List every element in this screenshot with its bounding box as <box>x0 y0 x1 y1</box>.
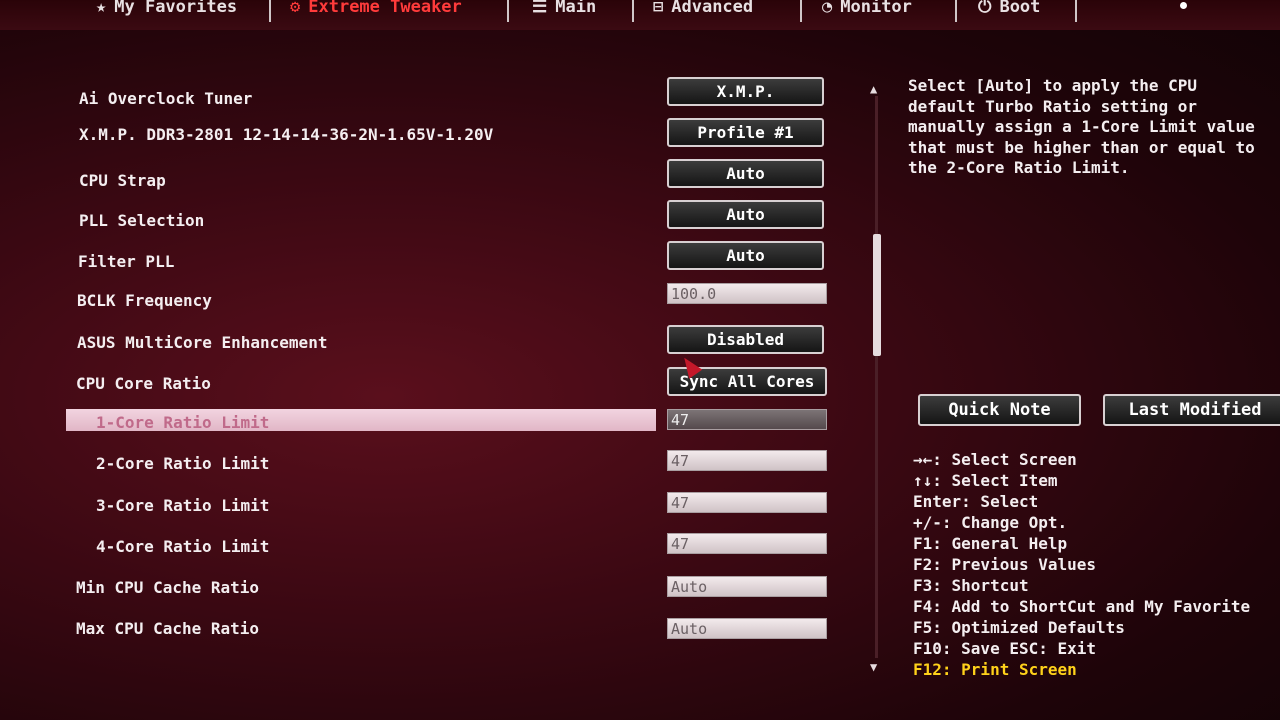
filter-pll-select[interactable]: Auto <box>667 241 824 270</box>
item-help-text: Select [Auto] to apply the CPU default T… <box>908 76 1255 177</box>
key-hint: +/-: Change Opt. <box>913 513 1068 532</box>
4-core-ratio-input[interactable]: 47 <box>667 533 827 554</box>
tab-label: Boot <box>999 0 1041 17</box>
tab-monitor[interactable]: ◔ Monitor <box>822 0 912 17</box>
menu-icon: ☰ <box>532 0 548 17</box>
2-core-ratio-input[interactable]: 47 <box>667 450 827 471</box>
setting-label: 2-Core Ratio Limit <box>96 454 270 473</box>
multicore-enhancement-select[interactable]: Disabled <box>667 325 824 354</box>
min-cache-ratio-input[interactable]: Auto <box>667 576 827 597</box>
setting-row-xmp-profile[interactable]: X.M.P. DDR3-2801 12-14-14-36-2N-1.65V-1.… <box>0 118 860 152</box>
setting-label: CPU Strap <box>79 171 166 190</box>
tab-advanced[interactable]: ⊟ Advanced <box>653 0 753 17</box>
key-hint: ↑↓: Select Item <box>913 471 1058 490</box>
setting-label: Max CPU Cache Ratio <box>76 619 260 638</box>
power-icon: ⏻ <box>978 0 992 17</box>
setting-row-min-cpu-cache-ratio[interactable]: Min CPU Cache Ratio Auto <box>0 571 860 605</box>
setting-row-2-core-ratio-limit[interactable]: 2-Core Ratio Limit 47 <box>0 447 860 481</box>
key-hint: F3: Shortcut <box>913 576 1029 595</box>
setting-label: BCLK Frequency <box>77 291 212 310</box>
tab-divider <box>269 0 271 22</box>
setting-row-ai-overclock-tuner[interactable]: Ai Overclock Tuner X.M.P. <box>0 77 860 116</box>
tab-main[interactable]: ☰ Main <box>532 0 596 17</box>
setting-row-3-core-ratio-limit[interactable]: 3-Core Ratio Limit 47 <box>0 489 860 523</box>
key-hint: Enter: Select <box>913 492 1039 511</box>
setting-label: 1-Core Ratio Limit <box>96 413 270 432</box>
setting-label: X.M.P. DDR3-2801 12-14-14-36-2N-1.65V-1.… <box>79 125 494 144</box>
scroll-down-icon[interactable]: ▼ <box>870 660 877 674</box>
ai-overclock-tuner-select[interactable]: X.M.P. <box>667 77 824 106</box>
setting-row-multicore-enhancement[interactable]: ASUS MultiCore Enhancement Disabled <box>0 325 860 360</box>
status-dot <box>1180 2 1187 9</box>
tab-label: Advanced <box>671 0 754 17</box>
key-hint: F1: General Help <box>913 534 1068 553</box>
setting-label: Ai Overclock Tuner <box>79 89 253 108</box>
monitor-icon: ◔ <box>822 0 833 17</box>
setting-row-max-cpu-cache-ratio[interactable]: Max CPU Cache Ratio Auto <box>0 612 860 646</box>
tab-divider <box>632 0 634 22</box>
key-legend: →←: Select Screen ↑↓: Select Item Enter:… <box>913 449 1280 680</box>
tab-boot[interactable]: ⏻ Boot <box>978 0 1040 17</box>
key-hint-print-screen: F12: Print Screen <box>913 660 1077 679</box>
setting-label: CPU Core Ratio <box>76 374 211 393</box>
setting-label: 3-Core Ratio Limit <box>96 496 270 515</box>
1-core-ratio-input[interactable]: 47 <box>667 409 827 430</box>
setting-row-filter-pll[interactable]: Filter PLL Auto <box>0 241 860 279</box>
tab-divider <box>955 0 957 22</box>
star-icon: ★ <box>96 0 107 17</box>
tab-extreme-tweaker[interactable]: ⚙ Extreme Tweaker <box>290 0 462 17</box>
advanced-icon: ⊟ <box>653 0 664 17</box>
tab-my-favorites[interactable]: ★ My Favorites <box>96 0 237 17</box>
max-cache-ratio-input[interactable]: Auto <box>667 618 827 639</box>
xmp-profile-select[interactable]: Profile #1 <box>667 118 824 147</box>
setting-row-cpu-core-ratio[interactable]: CPU Core Ratio Sync All Cores <box>0 367 860 401</box>
setting-row-cpu-strap[interactable]: CPU Strap Auto <box>0 159 860 198</box>
tab-label: My Favorites <box>114 0 238 17</box>
scroll-up-icon[interactable]: ▲ <box>870 82 877 96</box>
scroll-thumb[interactable] <box>873 234 881 356</box>
setting-row-bclk-frequency[interactable]: BCLK Frequency 100.0 <box>0 283 860 318</box>
cpu-strap-select[interactable]: Auto <box>667 159 824 188</box>
tab-label: Monitor <box>840 0 912 17</box>
setting-row-pll-selection[interactable]: PLL Selection Auto <box>0 200 860 238</box>
setting-row-1-core-ratio-limit[interactable]: 1-Core Ratio Limit 47 <box>0 406 860 440</box>
settings-scrollbar[interactable]: ▲ ▼ <box>870 82 882 677</box>
last-modified-button[interactable]: Last Modified <box>1103 394 1280 426</box>
tab-label: Extreme Tweaker <box>308 0 462 17</box>
tab-divider <box>800 0 802 22</box>
bclk-frequency-input[interactable]: 100.0 <box>667 283 827 304</box>
key-hint: F4: Add to ShortCut and My Favorite <box>913 597 1251 616</box>
scroll-track[interactable] <box>875 96 878 658</box>
key-hint: F2: Previous Values <box>913 555 1097 574</box>
setting-label: 4-Core Ratio Limit <box>96 537 270 556</box>
quick-note-button[interactable]: Quick Note <box>918 394 1081 426</box>
setting-label: ASUS MultiCore Enhancement <box>77 333 328 352</box>
key-hint: F10: Save ESC: Exit <box>913 639 1097 658</box>
tab-divider <box>1075 0 1077 22</box>
tab-divider <box>507 0 509 22</box>
setting-label: Min CPU Cache Ratio <box>76 578 260 597</box>
tweaker-icon: ⚙ <box>290 0 301 17</box>
tab-label: Main <box>555 0 597 17</box>
setting-label: PLL Selection <box>79 211 205 230</box>
pll-selection-select[interactable]: Auto <box>667 200 824 229</box>
top-tab-bar: ★ My Favorites ⚙ Extreme Tweaker ☰ Main … <box>0 0 1280 30</box>
key-hint: →←: Select Screen <box>913 450 1077 469</box>
3-core-ratio-input[interactable]: 47 <box>667 492 827 513</box>
setting-row-4-core-ratio-limit[interactable]: 4-Core Ratio Limit 47 <box>0 530 860 564</box>
setting-label: Filter PLL <box>78 252 175 271</box>
key-hint: F5: Optimized Defaults <box>913 618 1125 637</box>
